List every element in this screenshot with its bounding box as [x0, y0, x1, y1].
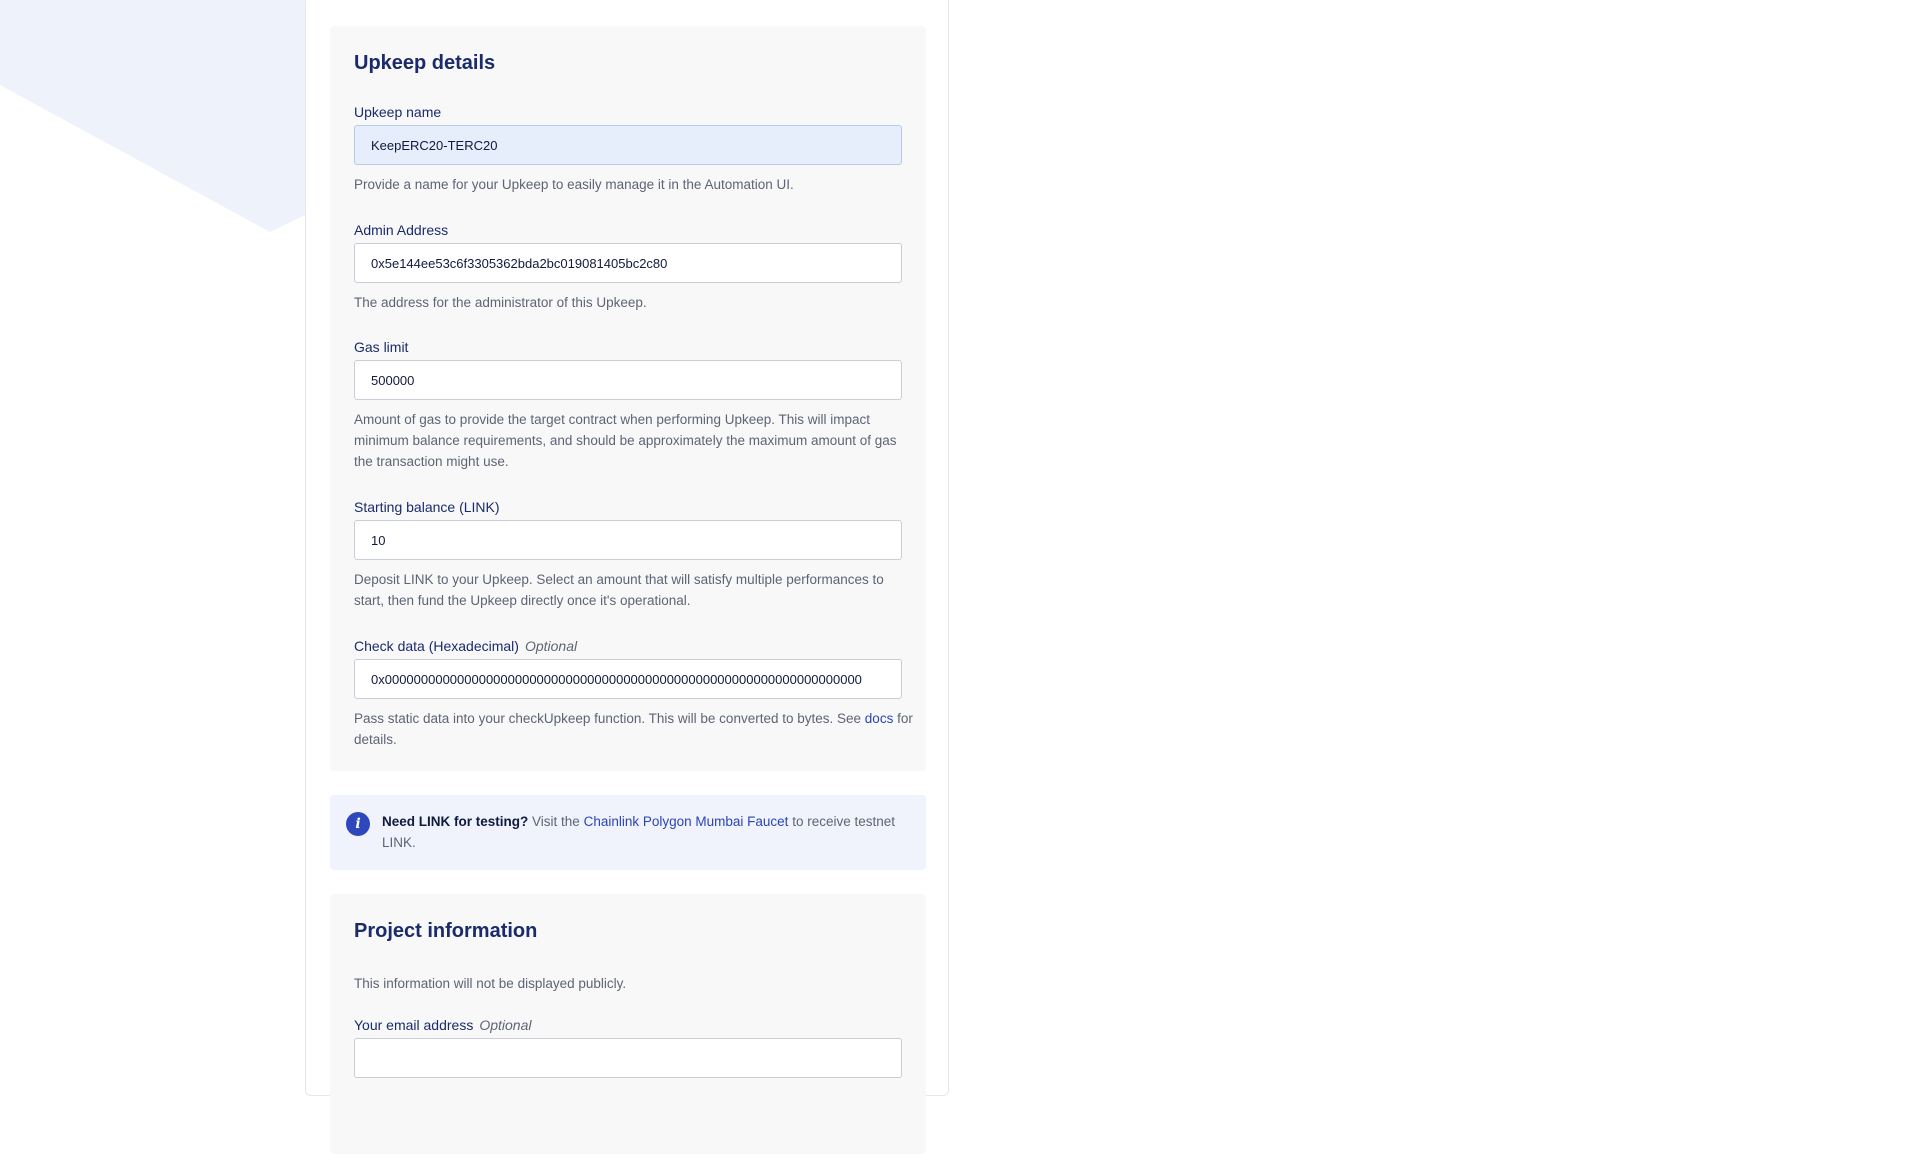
upkeep-name-help: Provide a name for your Upkeep to easily…	[354, 177, 794, 192]
project-information-section: Project information This information wil…	[330, 894, 926, 1154]
faucet-info-bold: Need LINK for testing?	[382, 814, 529, 829]
upkeep-registration-card: Upkeep details Upkeep name Provide a nam…	[305, 0, 949, 1154]
check-data-help: Pass static data into your checkUpkeep f…	[354, 708, 914, 750]
starting-balance-label: Starting balance (LINK)	[354, 499, 500, 515]
docs-link[interactable]: docs	[865, 711, 894, 726]
faucet-info-text: Need LINK for testing? Visit the Chainli…	[382, 811, 902, 853]
upkeep-name-input[interactable]	[354, 125, 902, 165]
gas-limit-input[interactable]	[354, 360, 902, 400]
admin-address-input[interactable]	[354, 243, 902, 283]
info-icon: i	[346, 812, 370, 836]
starting-balance-help: Deposit LINK to your Upkeep. Select an a…	[354, 572, 884, 608]
email-label-text: Your email address	[354, 1017, 474, 1033]
check-data-label: Check data (Hexadecimal) Optional	[354, 638, 577, 654]
check-data-help-text: Pass static data into your checkUpkeep f…	[354, 711, 862, 726]
email-input[interactable]	[354, 1038, 902, 1078]
project-description: This information will not be displayed p…	[354, 976, 627, 991]
upkeep-name-label: Upkeep name	[354, 104, 442, 120]
section-title: Upkeep details	[354, 52, 496, 74]
starting-balance-input[interactable]	[354, 520, 902, 560]
optional-tag: Optional	[479, 1017, 532, 1033]
faucet-link[interactable]: Chainlink Polygon Mumbai Faucet	[584, 814, 789, 829]
background-decoration	[0, 0, 305, 232]
check-data-input[interactable]	[354, 659, 902, 699]
email-label: Your email address Optional	[354, 1017, 531, 1033]
upkeep-details-section: Upkeep details Upkeep name Provide a nam…	[330, 26, 926, 771]
faucet-info-prefix: Visit the	[532, 814, 580, 829]
check-data-label-text: Check data (Hexadecimal)	[354, 638, 519, 654]
optional-tag: Optional	[524, 638, 578, 654]
section-title: Project information	[354, 920, 538, 942]
faucet-info-banner: i Need LINK for testing? Visit the Chain…	[330, 795, 926, 870]
gas-limit-help: Amount of gas to provide the target cont…	[354, 412, 897, 469]
gas-limit-label: Gas limit	[354, 339, 409, 355]
admin-address-help: The address for the administrator of thi…	[354, 295, 647, 310]
admin-address-label: Admin Address	[354, 222, 449, 238]
